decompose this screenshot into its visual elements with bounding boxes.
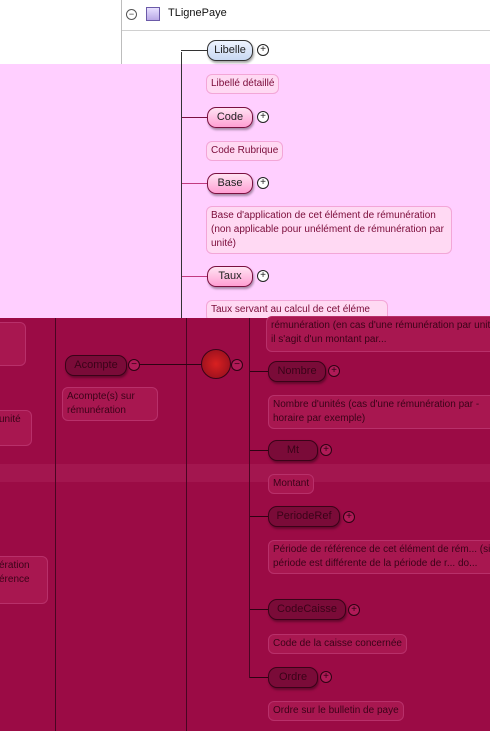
desc-codecaisse: Code de la caisse concernée [268,634,407,654]
desc-acompte: Acompte(s) sur rémunération [62,387,158,421]
desc-perioderef: Période de référence de cet élément de r… [268,540,490,574]
complex-type-icon [146,7,160,21]
expand-base-button[interactable]: + [257,177,269,189]
dark-overlay [0,318,490,731]
type-header: − TLignePaye [122,0,490,31]
cut-box-2: unité [0,410,32,446]
desc-libelle: Libellé détaillé [206,74,280,94]
node-codecaisse[interactable]: CodeCaisse [268,599,346,620]
node-perioderef[interactable]: PeriodeRef [268,506,340,527]
desc-ordre: Ordre sur le bulletin de paye [268,701,404,721]
expand-taux-button[interactable]: + [257,270,269,282]
expand-perioderef-button[interactable]: + [343,511,355,523]
collapse-toggle[interactable]: − [126,9,137,20]
type-title: TLignePaye [168,7,227,19]
collapse-sequence-button[interactable]: − [231,359,243,371]
desc-continuation: rémunération (en cas d'une rémunération … [266,316,490,352]
desc-code: Code Rubrique [206,141,284,161]
node-libelle[interactable]: Libelle [207,40,253,61]
expand-code-button[interactable]: + [257,111,269,123]
node-nombre[interactable]: Nombre [268,361,326,382]
expand-ordre-button[interactable]: + [320,671,332,683]
node-code[interactable]: Code [207,107,253,128]
node-base[interactable]: Base [207,173,253,194]
sequence-connector [181,52,182,320]
expand-nombre-button[interactable]: + [328,365,340,377]
expand-mt-button[interactable]: + [320,444,332,456]
desc-nombre: Nombre d'unités (cas d'une rémunération … [268,395,490,429]
desc-mt: Montant [268,474,315,494]
collapse-acompte-button[interactable]: − [128,359,140,371]
node-acompte[interactable]: Acompte [65,355,127,376]
node-ordre[interactable]: Ordre [268,667,318,688]
sequence-connector-dark [249,318,250,678]
cut-box-1 [0,322,26,366]
expand-libelle-button[interactable]: + [257,44,269,56]
node-mt[interactable]: Mt [268,440,318,461]
desc-base: Base d'application de cet élément de rém… [206,206,452,254]
node-taux[interactable]: Taux [207,266,253,287]
expand-codecaisse-button[interactable]: + [348,604,360,616]
cut-box-3: ération érence [0,556,48,604]
sequence-compositor-icon[interactable] [201,349,231,379]
